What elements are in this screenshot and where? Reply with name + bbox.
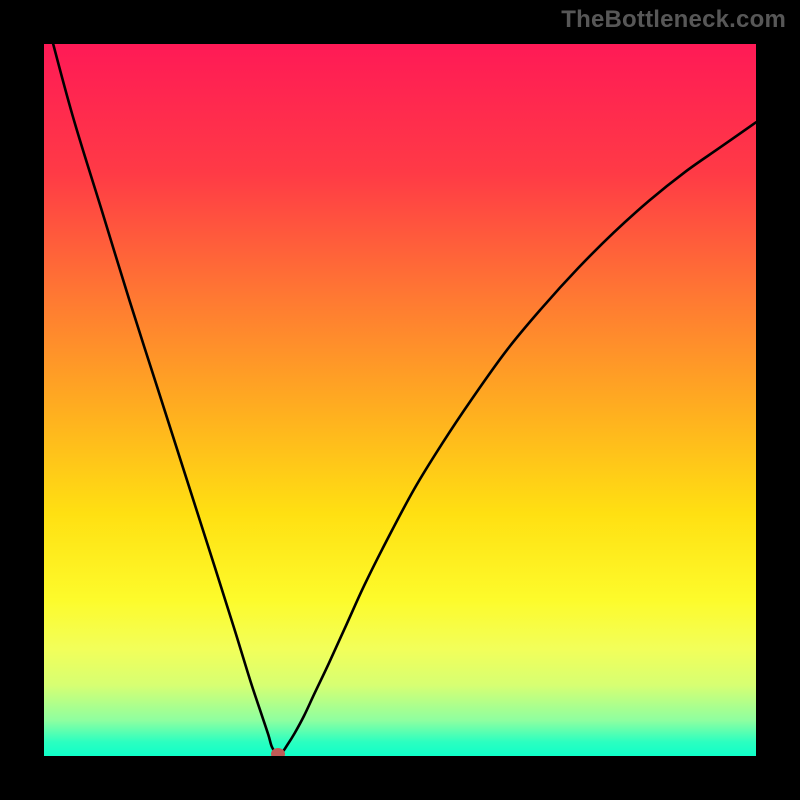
minimum-marker bbox=[271, 748, 285, 756]
plot-area bbox=[44, 44, 756, 756]
chart-frame: TheBottleneck.com bbox=[0, 0, 800, 800]
watermark-text: TheBottleneck.com bbox=[561, 6, 786, 34]
curve-line bbox=[44, 44, 756, 756]
